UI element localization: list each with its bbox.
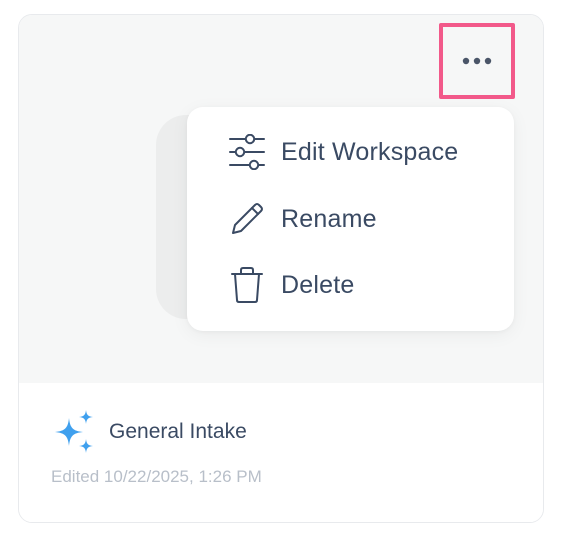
menu-item-delete[interactable]: Delete (227, 260, 497, 310)
trash-icon (227, 265, 267, 305)
menu-item-label: Delete (281, 270, 355, 299)
sparkle-icon (55, 410, 93, 453)
pencil-icon (227, 199, 267, 239)
workspace-title: General Intake (109, 420, 247, 443)
menu-item-edit-workspace[interactable]: Edit Workspace (227, 127, 497, 177)
workspace-preview[interactable]: Edit Workspace Rename Delete (19, 15, 543, 383)
card-footer: General Intake Edited 10/22/2025, 1:26 P… (19, 383, 543, 522)
more-options-button[interactable] (439, 23, 515, 99)
workspace-card[interactable]: Edit Workspace Rename Delete General Int… (18, 14, 544, 523)
sliders-icon (227, 132, 267, 172)
ellipsis-icon (462, 57, 492, 65)
workspace-title-row[interactable]: General Intake (51, 409, 247, 455)
options-menu: Edit Workspace Rename Delete (187, 107, 514, 331)
edited-timestamp: Edited 10/22/2025, 1:26 PM (51, 467, 262, 486)
menu-item-label: Rename (281, 204, 377, 233)
menu-item-rename[interactable]: Rename (227, 194, 497, 244)
menu-item-label: Edit Workspace (281, 137, 459, 166)
